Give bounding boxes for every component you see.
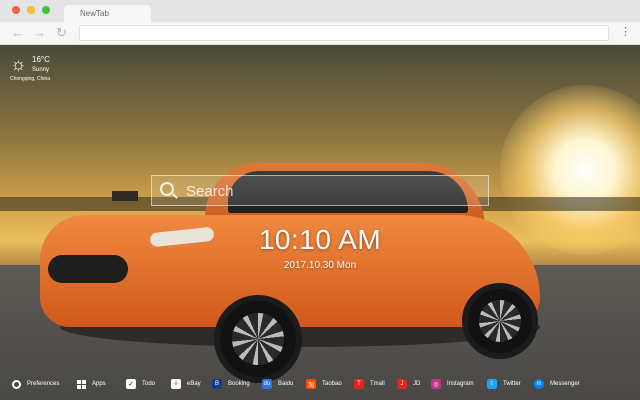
clock-time: 10:10 AM (258, 224, 382, 255)
bottom-bar: Preferences Apps ✓ Todo e eBay B Booking… (0, 373, 640, 395)
maximize-window-button[interactable] (42, 6, 50, 14)
link-label: Tmall (370, 381, 385, 387)
link-label: Instagram (447, 381, 474, 387)
link-twitter[interactable]: t Twitter (487, 378, 521, 390)
search-input[interactable] (186, 181, 476, 201)
preferences-button[interactable]: Preferences (12, 378, 59, 390)
gear-icon (12, 379, 21, 389)
wallpaper (0, 45, 640, 400)
minimize-window-button[interactable] (27, 6, 35, 14)
link-messenger[interactable]: m Messenger (534, 378, 580, 390)
back-arrow-icon[interactable]: ← (11, 26, 24, 40)
browser-menu-icon[interactable]: ⋮ (620, 25, 631, 39)
search-icon[interactable] (160, 182, 174, 196)
link-baidu[interactable]: du Baidu (262, 378, 293, 390)
link-label: Baidu (278, 381, 294, 387)
link-booking[interactable]: B Booking (212, 378, 250, 390)
todo-label: Todo (142, 381, 156, 387)
baidu-icon: du (262, 379, 272, 389)
link-tmall[interactable]: T Tmall (354, 378, 385, 390)
apps-button[interactable]: Apps (77, 378, 106, 390)
browser-toolbar: ← → ↻ ⋮ (0, 22, 640, 45)
jd-icon: J (397, 379, 407, 389)
twitter-icon: t (487, 379, 497, 389)
car-front-wheel (214, 295, 302, 383)
apps-grid-icon (77, 379, 86, 389)
sun-glow (500, 85, 640, 255)
booking-icon: B (212, 379, 222, 389)
address-bar[interactable] (79, 25, 609, 41)
tmall-icon: T (354, 379, 364, 389)
preferences-label: Preferences (27, 381, 60, 387)
close-window-button[interactable] (12, 6, 20, 14)
tab-newtab[interactable]: NewTab (64, 5, 151, 22)
link-jd[interactable]: J JD (397, 378, 420, 390)
weather-condition: Sunny (32, 67, 50, 73)
weather-location: Chongqing, China (10, 76, 51, 82)
link-taobao[interactable]: 淘 Taobao (306, 378, 342, 390)
link-label: Messenger (550, 381, 580, 387)
instagram-icon: ◎ (431, 379, 441, 389)
link-label: Twitter (503, 381, 521, 387)
link-label: eBay (187, 381, 201, 387)
distant-structure (112, 191, 138, 201)
link-label: Taobao (322, 381, 342, 387)
link-instagram[interactable]: ◎ Instagram (431, 378, 474, 390)
link-label: Booking (228, 381, 250, 387)
reload-icon[interactable]: ↻ (56, 26, 67, 40)
link-ebay[interactable]: e eBay (171, 378, 201, 390)
checkbox-icon: ✓ (126, 379, 136, 389)
taobao-icon: 淘 (306, 379, 316, 389)
link-label: JD (413, 381, 421, 387)
car-rear-wheel (462, 283, 538, 359)
apps-label: Apps (92, 381, 106, 387)
messenger-icon: m (534, 379, 544, 389)
search-box[interactable] (151, 175, 489, 206)
clock-date: 2017.10.30 Mon (283, 260, 357, 271)
car-grille (48, 255, 128, 283)
forward-arrow-icon[interactable]: → (33, 26, 46, 40)
weather-temperature: 16°C (32, 55, 50, 64)
sun-icon: ☼ (10, 54, 27, 74)
todo-button[interactable]: ✓ Todo (126, 378, 155, 390)
tab-bar: NewTab (0, 0, 640, 22)
tab-title: NewTab (80, 9, 109, 18)
ebay-icon: e (171, 379, 181, 389)
